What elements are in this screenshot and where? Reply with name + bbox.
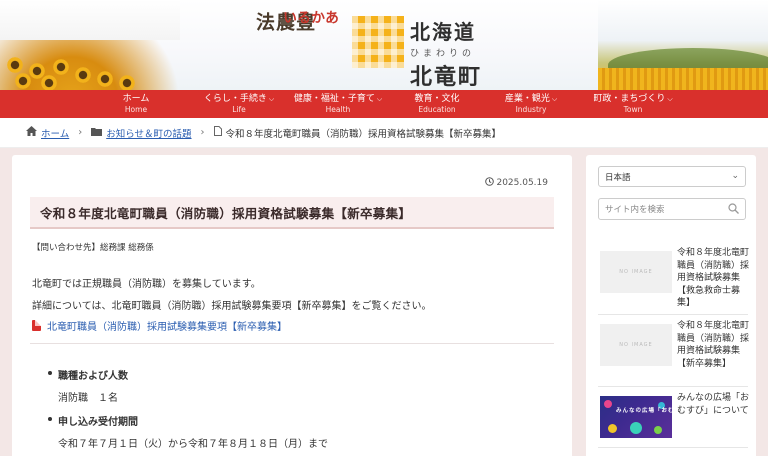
nav-item-home[interactable]: ホーム Home [80,90,192,118]
logo-prefecture: 北海道 [410,20,476,44]
breadcrumb-home-link[interactable]: ホーム [41,126,69,140]
nav-sublabel: Life [232,105,246,114]
site-header: 豊農法 あかるい 北海道 ひまわりの 北竜町 [0,0,768,90]
divider [598,447,748,448]
nav-label: 健康・福祉・子育て [293,94,375,104]
divider [598,386,748,387]
search-icon[interactable] [728,203,739,214]
divider [598,314,748,315]
article-title-box: 令和８年度北竜町職員（消防職）採用資格試験募集【新卒募集】 [30,197,554,229]
search-placeholder: サイト内を検索 [605,205,665,215]
post-date: 2025.05.19 [484,177,548,188]
language-select[interactable]: 日本語 ⌄ [598,166,746,187]
nav-item-health[interactable]: 健康・福祉・子育て ⌵ Health [286,90,390,118]
article-title: 令和８年度北竜町職員（消防職）採用資格試験募集【新卒募集】 [40,205,412,221]
nav-label: 産業・観光 [504,94,550,104]
list-item-heading: 職種および人数 [48,367,128,382]
nav-item-town[interactable]: 町政・まちづくり ⌵ Town [578,90,688,118]
nav-label: くらし・手続き [203,94,267,104]
post-title: 令和８年度北竜町職員（消防職）採用資格試験募集【救急救命士募集】 [677,248,750,308]
chevron-down-icon: ⌵ [667,95,673,103]
post-title: 令和８年度北竜町職員（消防職）採用資格試験募集【新卒募集】 [677,321,750,369]
sunflower-field-right-image [598,0,768,90]
document-icon [213,126,222,139]
site-search-input[interactable]: サイト内を検索 [598,198,746,220]
chevron-down-icon: ⌵ [551,95,558,103]
breadcrumb-current: 令和８年度北竜町職員（消防職）採用資格試験募集【新卒募集】 [225,128,502,140]
list-item-value: 消防職 １名 [58,393,118,404]
article-panel: 2025.05.19 令和８年度北竜町職員（消防職）採用資格試験募集【新卒募集】… [12,155,572,456]
nav-label: 町政・まちづくり [593,94,666,104]
pdf-download-link[interactable]: 北竜町職員（消防職）採用試験募集要項【新卒募集】 [32,318,287,333]
nav-sublabel: Industry [515,105,547,114]
breadcrumb: ホーム › お知らせ＆町の話題 › 令和８年度北竜町職員（消防職）採用資格試験募… [0,118,768,148]
pdf-link-label: 北竜町職員（消防職）採用試験募集要項【新卒募集】 [47,322,287,333]
post-thumbnail: NO IMAGE [600,324,672,366]
nav-item-life[interactable]: くらし・手続き ⌵ Life [192,90,286,118]
logo-town-name: 北竜町 [410,65,483,90]
clock-icon [484,177,497,188]
article-paragraph: 北竜町では正規職員（消防職）を募集しています。 [32,279,261,290]
chevron-right-icon: › [200,127,205,138]
sidebar: 日本語 ⌄ サイト内を検索 NO IMAGE 令和８年度北竜町職員（消防職）採用… [586,155,756,456]
nav-sublabel: Education [418,105,456,114]
chevron-down-icon: ⌵ [268,95,275,103]
post-thumbnail: NO IMAGE [600,251,672,293]
nav-sublabel: Health [325,105,351,114]
nav-label: 教育・文化 [414,94,460,104]
list-item-heading: 申し込み受付期間 [48,413,138,428]
sunflower-field-left-image [0,0,180,90]
contact-info: 【問い合わせ先】総務課 総務係 [32,243,154,253]
language-select-value: 日本語 [605,172,631,183]
logo-text: 北海道 ひまわりの 北竜町 [410,16,482,90]
post-title: みんなの広場「おむすび」について [677,393,750,416]
nav-item-education[interactable]: 教育・文化 Education [390,90,484,118]
nav-item-industry[interactable]: 産業・観光 ⌵ Industry [484,90,578,118]
global-nav: ホーム Home くらし・手続き ⌵ Life 健康・福祉・子育て ⌵ Health… [0,90,768,118]
nav-label: ホーム [122,94,150,104]
article-paragraph: 詳細については、北竜町職員（消防職）採用試験募集要項【新卒募集】をご覧ください。 [32,301,432,312]
nav-sublabel: Home [124,105,148,114]
breadcrumb-category-link[interactable]: お知らせ＆町の話題 [106,126,191,140]
post-date-text: 2025.05.19 [496,178,548,188]
pdf-icon [32,320,41,331]
post-thumbnail: みんなの広場「おむすび」 [600,396,672,438]
logo-checker-emblem [352,16,404,68]
chevron-updown-icon: ⌄ [731,171,739,181]
chevron-right-icon: › [78,127,83,138]
divider [30,343,554,344]
logo-subtitle: ひまわりの [410,49,476,59]
home-icon [26,126,37,139]
folder-icon [91,127,103,139]
chevron-down-icon: ⌵ [376,95,383,103]
nav-sublabel: Town [623,105,643,114]
list-item-value: 令和７年７月１日（火）から令和７年８月１８日（月）まで [58,439,328,450]
site-logo[interactable]: 豊農法 あかるい 北海道 ひまわりの 北竜町 [253,10,490,90]
